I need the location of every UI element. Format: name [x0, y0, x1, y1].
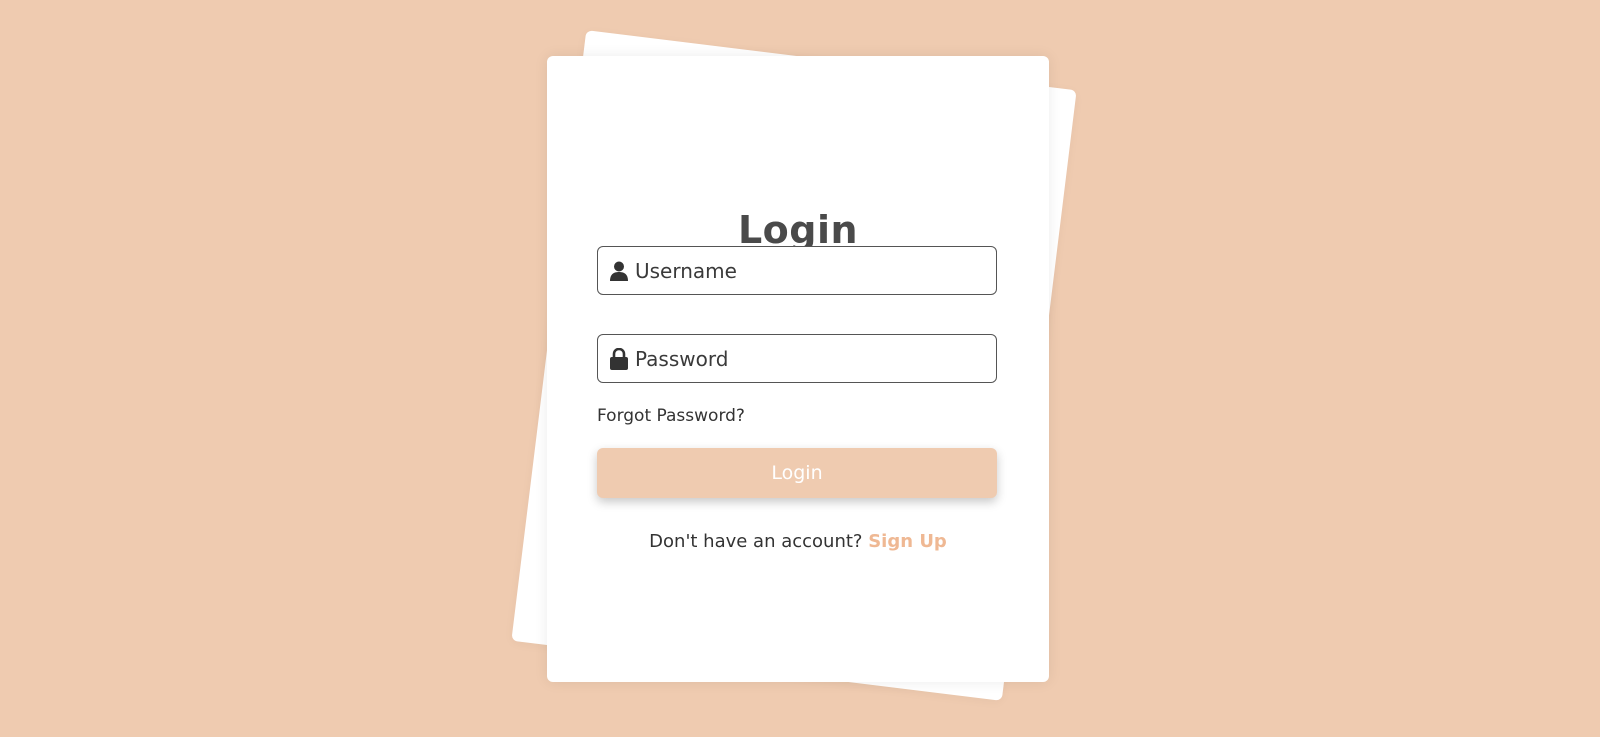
signup-prompt: Don't have an account? [649, 531, 863, 552]
page: Login Forgot Password? Login Don't [0, 0, 1600, 737]
login-card: Login Forgot Password? Login Don't [547, 56, 1049, 682]
username-field[interactable] [597, 246, 997, 295]
password-field[interactable] [597, 334, 997, 383]
user-icon [609, 259, 629, 283]
password-input[interactable] [635, 346, 975, 371]
signup-link[interactable]: Sign Up [868, 531, 947, 552]
signup-row: Don't have an account? Sign Up [547, 531, 1049, 552]
username-input[interactable] [635, 258, 975, 283]
login-button[interactable]: Login [597, 448, 997, 498]
lock-icon [609, 347, 629, 371]
forgot-password-link[interactable]: Forgot Password? [597, 406, 745, 426]
